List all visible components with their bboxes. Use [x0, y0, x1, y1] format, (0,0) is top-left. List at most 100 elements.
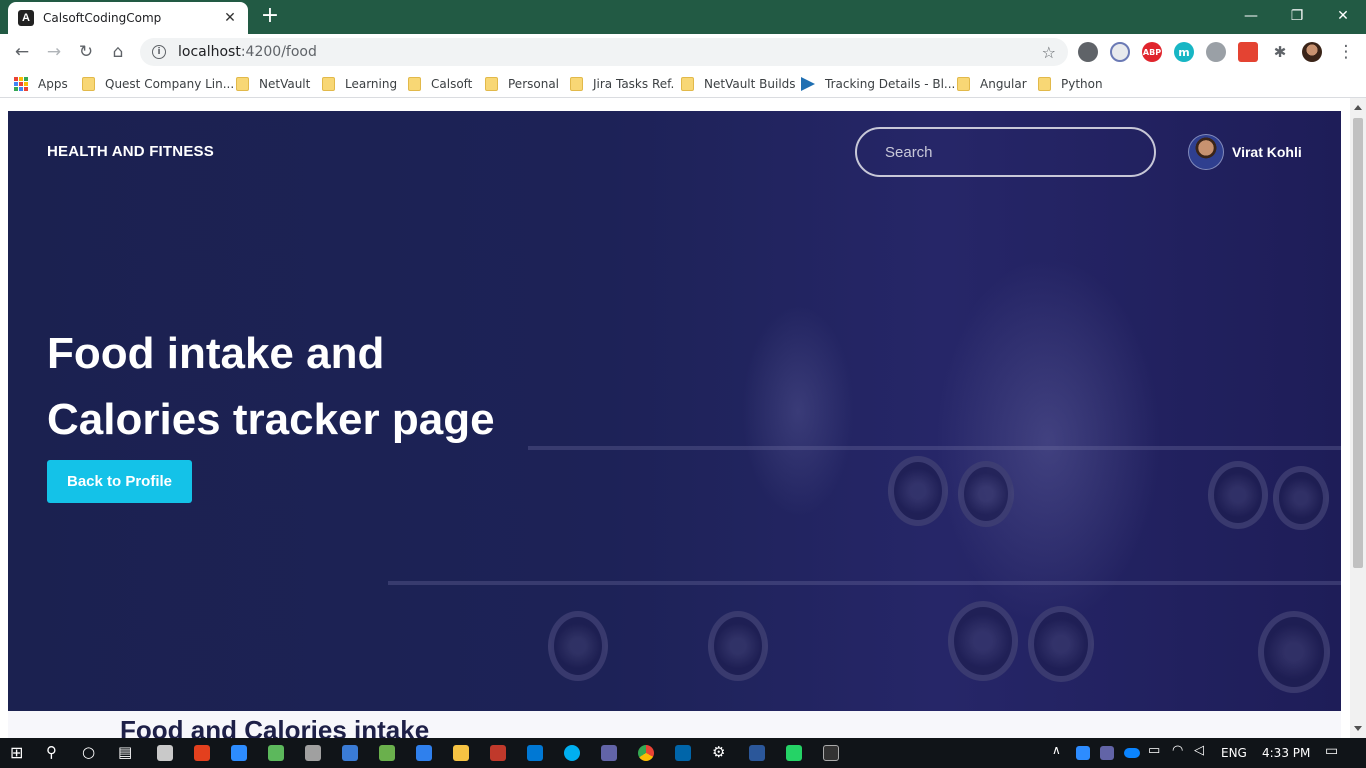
folder-icon — [485, 77, 498, 91]
close-window-icon[interactable]: ✕ — [1320, 0, 1366, 32]
back-arrow-icon[interactable]: ← — [10, 40, 34, 64]
bookmark-angular[interactable]: Angular — [957, 76, 1027, 92]
bookmark-netvault[interactable]: NetVault — [236, 76, 310, 92]
teams-icon[interactable] — [601, 745, 617, 761]
plate-decoration — [1208, 461, 1268, 529]
hero-title-line-2: Calories tracker page — [47, 395, 495, 444]
bookmarks-bar: Apps Quest Company Lin... NetVault Learn… — [0, 70, 1366, 98]
url-text[interactable]: localhost:4200/food — [178, 44, 1042, 60]
back-to-profile-button[interactable]: Back to Profile — [47, 460, 192, 503]
bookmark-star-icon[interactable]: ☆ — [1042, 43, 1056, 62]
word-icon[interactable] — [749, 745, 765, 761]
menu-kebab-icon[interactable]: ⋮ — [1334, 40, 1358, 64]
extension-bulb-icon[interactable] — [1078, 42, 1098, 62]
todoist-icon[interactable] — [1238, 42, 1258, 62]
extensions-puzzle-icon[interactable]: ✱ — [1270, 42, 1290, 62]
scroll-up-arrow-icon[interactable] — [1354, 105, 1362, 110]
windows-taskbar: ⊞ ⚲ ○ ▤ ⚙ ∧ ▭ ◠ ◁ ENG 4:33 PM ▭ — [0, 738, 1366, 768]
bookmark-netvault-builds[interactable]: NetVault Builds — [681, 76, 796, 92]
plate-decoration — [548, 611, 608, 681]
page-scrollbar[interactable] — [1350, 98, 1366, 738]
bookmark-calsoft[interactable]: Calsoft — [408, 76, 472, 92]
section-title: Food and Calories intake — [120, 715, 430, 738]
info-icon[interactable]: i — [152, 45, 166, 59]
language-indicator[interactable]: ENG — [1221, 746, 1247, 760]
forward-arrow-icon[interactable]: → — [42, 40, 66, 64]
bookmark-personal[interactable]: Personal — [485, 76, 559, 92]
plate-decoration — [1258, 611, 1330, 693]
extension-hand-icon[interactable] — [1206, 42, 1226, 62]
folder-icon — [957, 77, 970, 91]
todo-icon[interactable] — [416, 745, 432, 761]
bookmark-tracking[interactable]: Tracking Details - Bl... — [801, 76, 955, 92]
extension-m-icon[interactable]: m — [1174, 42, 1194, 62]
user-name[interactable]: Virat Kohli — [1232, 144, 1302, 160]
bookmark-learning[interactable]: Learning — [322, 76, 397, 92]
extension-glasses-icon[interactable] — [1110, 42, 1130, 62]
scroll-thumb[interactable] — [1353, 118, 1363, 568]
reload-icon[interactable]: ↻ — [74, 40, 98, 64]
tab-title: CalsoftCodingComp — [43, 11, 162, 25]
adblock-icon[interactable]: ABP — [1142, 42, 1162, 62]
zoom-icon[interactable] — [231, 745, 247, 761]
chrome-icon[interactable] — [638, 745, 654, 761]
wifi-icon[interactable]: ◠ — [1172, 743, 1183, 758]
remote-desktop-icon[interactable] — [268, 745, 284, 761]
search-input[interactable] — [855, 127, 1156, 177]
folder-icon — [408, 77, 421, 91]
command-prompt-icon[interactable] — [823, 745, 839, 761]
search-icon[interactable]: ⚲ — [46, 743, 57, 761]
bookmark-quest[interactable]: Quest Company Lin... — [82, 76, 234, 92]
browser-tab-bar: A CalsoftCodingComp ✕ + — ❐ ✕ — [0, 0, 1366, 34]
bookmark-python[interactable]: Python — [1038, 76, 1103, 92]
plate-decoration — [1028, 606, 1094, 682]
vscode-icon[interactable] — [675, 745, 691, 761]
arrow-icon — [801, 77, 815, 91]
user-avatar[interactable] — [1188, 134, 1224, 170]
bookmark-apps[interactable]: Apps — [14, 76, 68, 92]
settings-gear-icon[interactable]: ⚙ — [712, 743, 725, 761]
home-icon[interactable]: ⌂ — [106, 40, 130, 64]
skype-icon[interactable] — [564, 745, 580, 761]
restore-icon[interactable]: ❐ — [1274, 0, 1320, 32]
plate-decoration — [708, 611, 768, 681]
bookmark-jira[interactable]: Jira Tasks Ref. — [570, 76, 674, 92]
outlook-icon[interactable] — [527, 745, 543, 761]
shield-app-icon[interactable] — [490, 745, 506, 761]
task-view-icon[interactable]: ▤ — [118, 743, 132, 761]
plate-decoration — [958, 461, 1014, 527]
notepad-icon[interactable] — [379, 745, 395, 761]
battery-icon[interactable]: ▭ — [1148, 743, 1160, 758]
scroll-down-arrow-icon[interactable] — [1354, 726, 1362, 731]
cortana-icon[interactable]: ○ — [82, 743, 95, 761]
plate-decoration — [888, 456, 948, 526]
onedrive-icon[interactable] — [1124, 748, 1140, 758]
profile-avatar[interactable] — [1302, 42, 1322, 62]
file-explorer-icon[interactable] — [453, 745, 469, 761]
whatsapp-icon[interactable] — [786, 745, 802, 761]
volume-icon[interactable]: ◁ — [1194, 743, 1204, 758]
folder-icon — [570, 77, 583, 91]
rack-decoration — [528, 446, 1341, 450]
browser-tab[interactable]: A CalsoftCodingComp ✕ — [8, 2, 248, 34]
notification-center-icon[interactable]: ▭ — [1325, 743, 1338, 759]
clock-time[interactable]: 4:33 PM — [1262, 746, 1310, 760]
windows-start-icon[interactable]: ⊞ — [10, 743, 23, 762]
office-icon[interactable] — [194, 745, 210, 761]
hero-banner: HEALTH AND FITNESS Virat Kohli Food inta… — [8, 111, 1341, 711]
teams-tray-icon[interactable] — [1100, 746, 1114, 760]
network-icon[interactable] — [342, 745, 358, 761]
page-viewport: HEALTH AND FITNESS Virat Kohli Food inta… — [0, 98, 1366, 738]
folder-icon — [681, 77, 694, 91]
tool-icon[interactable] — [305, 745, 321, 761]
browser-toolbar: ← → ↻ ⌂ i localhost:4200/food ☆ ABP m ✱ … — [0, 34, 1366, 70]
new-tab-icon[interactable]: + — [258, 5, 282, 29]
store-icon[interactable] — [157, 745, 173, 761]
close-tab-icon[interactable]: ✕ — [222, 10, 238, 26]
rack-decoration — [388, 581, 1341, 585]
minimize-icon[interactable]: — — [1228, 0, 1274, 32]
chevron-up-icon[interactable]: ∧ — [1052, 743, 1061, 757]
brand-logo-text[interactable]: HEALTH AND FITNESS — [47, 143, 214, 160]
zoom-tray-icon[interactable] — [1076, 746, 1090, 760]
address-bar[interactable]: i localhost:4200/food ☆ — [140, 38, 1068, 66]
